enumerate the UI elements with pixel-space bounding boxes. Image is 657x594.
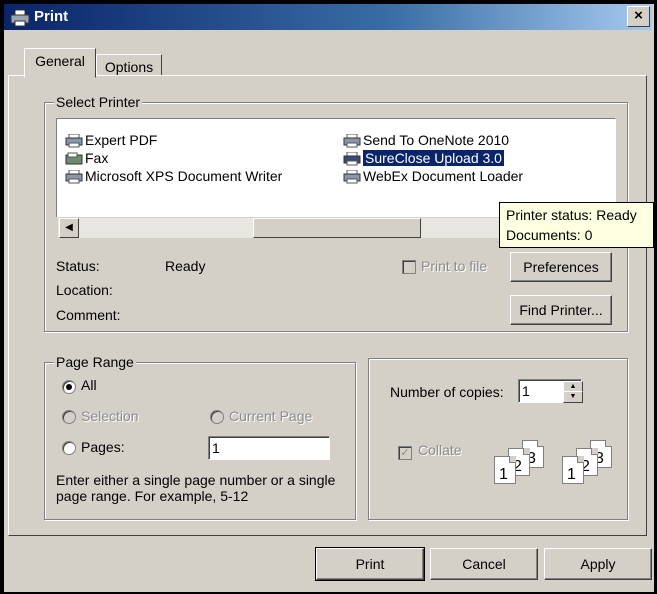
radio-current-page-label: Current Page <box>229 408 313 424</box>
tooltip-status: Printer status: Ready <box>506 207 637 223</box>
location-label: Location: <box>56 282 113 298</box>
collate-label: Collate <box>418 442 462 458</box>
printer-item-expert-pdf[interactable]: Expert PDF <box>65 131 157 149</box>
pages-input[interactable] <box>208 436 330 460</box>
printer-icon <box>343 134 361 148</box>
printer-item-sureclose[interactable]: SureClose Upload 3.0 <box>343 149 505 167</box>
printer-name-selected: SureClose Upload 3.0 <box>362 149 505 167</box>
radio-selection-label: Selection <box>81 408 139 424</box>
printer-icon <box>65 134 83 148</box>
printer-name: Send To OneNote 2010 <box>363 132 510 148</box>
radio-pages-label: Pages: <box>81 439 125 455</box>
tooltip-documents: Documents: 0 <box>506 227 593 243</box>
apply-button[interactable]: Apply <box>544 548 652 580</box>
fax-icon <box>65 152 83 165</box>
print-button[interactable]: Print <box>315 547 425 581</box>
spin-down-button[interactable]: ▼ <box>563 391 583 403</box>
copies-group <box>368 358 628 520</box>
radio-selection[interactable] <box>62 410 76 424</box>
printer-icon <box>343 170 361 184</box>
page-range-legend: Page Range <box>54 354 136 370</box>
printer-item-fax[interactable]: Fax <box>65 149 108 167</box>
printer-name: Microsoft XPS Document Writer <box>85 168 283 184</box>
preferences-button[interactable]: Preferences <box>510 252 612 282</box>
page-sheet: 1 <box>562 456 584 484</box>
printer-name: Expert PDF <box>85 132 158 148</box>
select-printer-legend: Select Printer <box>54 94 143 110</box>
printer-name: WebEx Document Loader <box>363 168 524 184</box>
page-range-hint-line2: page range. For example, 5-12 <box>56 488 249 504</box>
radio-current-page[interactable] <box>210 410 224 424</box>
radio-all[interactable] <box>62 380 76 394</box>
collate-illustration-1: 3 2 1 <box>494 440 550 492</box>
printer-icon <box>343 152 361 166</box>
window-title: Print <box>34 8 69 25</box>
find-printer-button[interactable]: Find Printer... <box>510 295 612 325</box>
copies-label: Number of copies: <box>390 384 504 400</box>
page-range-hint-line1: Enter either a single page number or a s… <box>56 472 336 488</box>
scroll-left-button[interactable]: ◀ <box>59 218 79 238</box>
page-number: 1 <box>567 466 576 483</box>
printer-name: Fax <box>85 150 109 166</box>
tab-general[interactable]: General <box>24 48 96 78</box>
printer-status-tooltip: Printer status: Ready Documents: 0 <box>499 202 654 248</box>
printer-icon <box>65 170 83 184</box>
page-sheet: 1 <box>494 456 516 484</box>
status-value: Ready <box>165 258 206 274</box>
radio-all-label: All <box>81 377 97 393</box>
title-bar[interactable] <box>4 4 652 30</box>
cancel-button[interactable]: Cancel <box>430 548 538 580</box>
printer-item-xps[interactable]: Microsoft XPS Document Writer <box>65 167 282 185</box>
status-label: Status: <box>56 258 100 274</box>
collate-illustration-2: 3 2 1 <box>562 440 618 492</box>
page-number: 1 <box>499 466 508 483</box>
printer-item-onenote[interactable]: Send To OneNote 2010 <box>343 131 509 149</box>
printer-item-webex[interactable]: WebEx Document Loader <box>343 167 523 185</box>
collate-checkbox[interactable]: ✓ <box>398 446 412 460</box>
comment-label: Comment: <box>56 307 121 323</box>
printer-icon <box>10 9 30 27</box>
scroll-thumb[interactable] <box>253 218 421 238</box>
radio-pages[interactable] <box>62 441 76 455</box>
close-button[interactable]: × <box>627 6 650 27</box>
print-to-file-checkbox[interactable] <box>402 260 416 274</box>
print-to-file-label: Print to file <box>421 258 488 274</box>
